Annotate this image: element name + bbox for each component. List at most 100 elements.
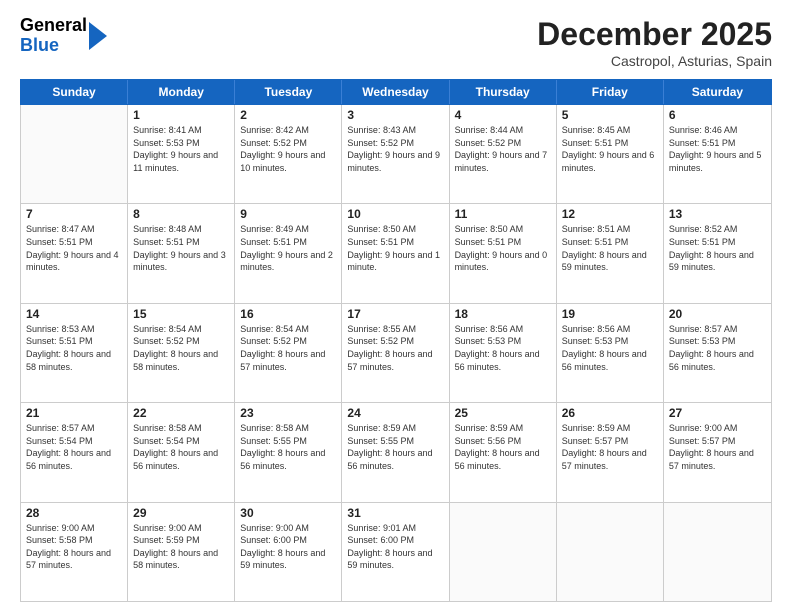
day-number: 7 [26,207,122,221]
calendar-cell: 25Sunrise: 8:59 AMSunset: 5:56 PMDayligh… [450,403,557,501]
sunset-text: Sunset: 5:55 PM [347,435,443,448]
day-number: 2 [240,108,336,122]
calendar-cell: 8Sunrise: 8:48 AMSunset: 5:51 PMDaylight… [128,204,235,302]
calendar-cell: 17Sunrise: 8:55 AMSunset: 5:52 PMDayligh… [342,304,449,402]
calendar-cell: 10Sunrise: 8:50 AMSunset: 5:51 PMDayligh… [342,204,449,302]
calendar-cell: 15Sunrise: 8:54 AMSunset: 5:52 PMDayligh… [128,304,235,402]
sunset-text: Sunset: 5:51 PM [26,335,122,348]
sunset-text: Sunset: 6:00 PM [240,534,336,547]
calendar-cell [664,503,771,601]
daylight-text: Daylight: 8 hours and 59 minutes. [562,249,658,274]
sunrise-text: Sunrise: 8:48 AM [133,223,229,236]
calendar-cell: 23Sunrise: 8:58 AMSunset: 5:55 PMDayligh… [235,403,342,501]
sunrise-text: Sunrise: 8:41 AM [133,124,229,137]
sunset-text: Sunset: 5:52 PM [455,137,551,150]
sunset-text: Sunset: 5:55 PM [240,435,336,448]
sunset-text: Sunset: 5:51 PM [240,236,336,249]
daylight-text: Daylight: 9 hours and 5 minutes. [669,149,766,174]
sunrise-text: Sunrise: 8:53 AM [26,323,122,336]
sunrise-text: Sunrise: 8:47 AM [26,223,122,236]
day-number: 14 [26,307,122,321]
sunrise-text: Sunrise: 8:42 AM [240,124,336,137]
sunset-text: Sunset: 5:51 PM [455,236,551,249]
calendar-cell: 2Sunrise: 8:42 AMSunset: 5:52 PMDaylight… [235,105,342,203]
sunset-text: Sunset: 5:51 PM [669,236,766,249]
daylight-text: Daylight: 9 hours and 11 minutes. [133,149,229,174]
logo-blue: Blue [20,36,87,56]
sunrise-text: Sunrise: 8:50 AM [347,223,443,236]
sunrise-text: Sunrise: 8:49 AM [240,223,336,236]
sunrise-text: Sunrise: 8:56 AM [562,323,658,336]
day-number: 11 [455,207,551,221]
sunrise-text: Sunrise: 8:45 AM [562,124,658,137]
header: General Blue December 2025 Castropol, As… [20,16,772,69]
daylight-text: Daylight: 8 hours and 56 minutes. [669,348,766,373]
daylight-text: Daylight: 8 hours and 58 minutes. [133,547,229,572]
logo-icon [89,22,107,50]
day-number: 5 [562,108,658,122]
day-number: 8 [133,207,229,221]
day-number: 28 [26,506,122,520]
day-number: 26 [562,406,658,420]
daylight-text: Daylight: 8 hours and 56 minutes. [240,447,336,472]
daylight-text: Daylight: 8 hours and 57 minutes. [669,447,766,472]
calendar-cell: 13Sunrise: 8:52 AMSunset: 5:51 PMDayligh… [664,204,771,302]
day-number: 3 [347,108,443,122]
daylight-text: Daylight: 8 hours and 57 minutes. [240,348,336,373]
sunset-text: Sunset: 5:52 PM [347,137,443,150]
sunset-text: Sunset: 5:53 PM [669,335,766,348]
daylight-text: Daylight: 8 hours and 57 minutes. [26,547,122,572]
day-number: 31 [347,506,443,520]
daylight-text: Daylight: 8 hours and 56 minutes. [133,447,229,472]
sunset-text: Sunset: 5:53 PM [455,335,551,348]
day-number: 18 [455,307,551,321]
daylight-text: Daylight: 8 hours and 57 minutes. [562,447,658,472]
sunset-text: Sunset: 5:58 PM [26,534,122,547]
day-number: 6 [669,108,766,122]
sunset-text: Sunset: 5:52 PM [240,335,336,348]
daylight-text: Daylight: 9 hours and 9 minutes. [347,149,443,174]
sunrise-text: Sunrise: 9:00 AM [240,522,336,535]
weekday-header: Sunday [21,80,128,104]
day-number: 15 [133,307,229,321]
daylight-text: Daylight: 8 hours and 58 minutes. [26,348,122,373]
sunset-text: Sunset: 5:51 PM [133,236,229,249]
sunset-text: Sunset: 5:57 PM [562,435,658,448]
daylight-text: Daylight: 8 hours and 56 minutes. [26,447,122,472]
sunrise-text: Sunrise: 8:58 AM [133,422,229,435]
daylight-text: Daylight: 9 hours and 1 minute. [347,249,443,274]
calendar-week: 21Sunrise: 8:57 AMSunset: 5:54 PMDayligh… [21,403,771,502]
day-number: 27 [669,406,766,420]
weekday-header: Saturday [664,80,771,104]
calendar-cell: 30Sunrise: 9:00 AMSunset: 6:00 PMDayligh… [235,503,342,601]
sunrise-text: Sunrise: 8:54 AM [133,323,229,336]
sunrise-text: Sunrise: 9:00 AM [133,522,229,535]
calendar-cell [450,503,557,601]
sunset-text: Sunset: 5:51 PM [562,236,658,249]
sunrise-text: Sunrise: 9:01 AM [347,522,443,535]
logo-general: General [20,16,87,36]
sunset-text: Sunset: 5:52 PM [133,335,229,348]
calendar-cell: 16Sunrise: 8:54 AMSunset: 5:52 PMDayligh… [235,304,342,402]
title-block: December 2025 Castropol, Asturias, Spain [537,16,772,69]
calendar-cell: 27Sunrise: 9:00 AMSunset: 5:57 PMDayligh… [664,403,771,501]
sunrise-text: Sunrise: 8:54 AM [240,323,336,336]
weekday-header: Wednesday [342,80,449,104]
calendar-cell: 20Sunrise: 8:57 AMSunset: 5:53 PMDayligh… [664,304,771,402]
daylight-text: Daylight: 9 hours and 6 minutes. [562,149,658,174]
sunrise-text: Sunrise: 8:55 AM [347,323,443,336]
calendar: SundayMondayTuesdayWednesdayThursdayFrid… [20,79,772,602]
logo-text: General Blue [20,16,87,56]
daylight-text: Daylight: 9 hours and 7 minutes. [455,149,551,174]
calendar-cell: 18Sunrise: 8:56 AMSunset: 5:53 PMDayligh… [450,304,557,402]
sunset-text: Sunset: 5:54 PM [26,435,122,448]
daylight-text: Daylight: 8 hours and 57 minutes. [347,348,443,373]
day-number: 29 [133,506,229,520]
daylight-text: Daylight: 8 hours and 56 minutes. [347,447,443,472]
day-number: 19 [562,307,658,321]
month-title: December 2025 [537,16,772,53]
calendar-cell: 4Sunrise: 8:44 AMSunset: 5:52 PMDaylight… [450,105,557,203]
day-number: 1 [133,108,229,122]
calendar-cell: 1Sunrise: 8:41 AMSunset: 5:53 PMDaylight… [128,105,235,203]
daylight-text: Daylight: 9 hours and 10 minutes. [240,149,336,174]
